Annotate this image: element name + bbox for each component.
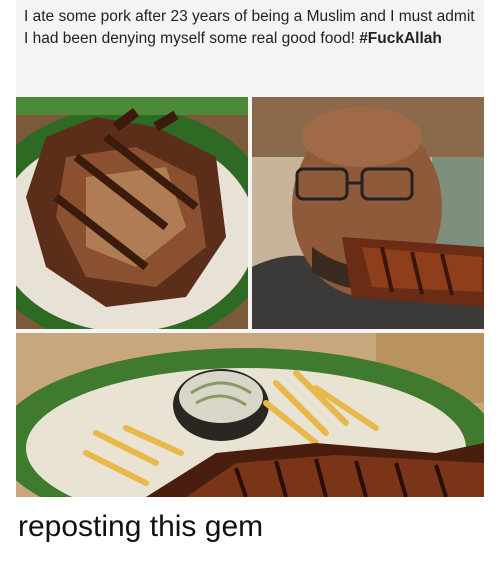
ribs-plate-photo xyxy=(16,97,248,329)
hashtag-link[interactable]: #FuckAllah xyxy=(359,30,442,47)
post-text: I ate some pork after 23 years of being … xyxy=(24,6,476,50)
caption-text: reposting this gem xyxy=(18,510,264,543)
man-eating-photo xyxy=(252,97,484,329)
post-card: I ate some pork after 23 years of being … xyxy=(16,0,484,497)
ribs-fries-photo xyxy=(16,333,484,497)
